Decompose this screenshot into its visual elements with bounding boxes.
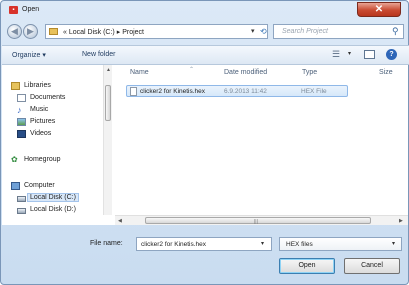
horizontal-scroll-thumb[interactable]: |||	[145, 217, 371, 225]
file-type-select[interactable]: HEX files ▾	[279, 237, 402, 251]
navigation-pane: Libraries Documents ♪ Music Pictures Vid…	[2, 65, 114, 225]
sidebar-item-label: Pictures	[30, 118, 56, 125]
help-icon[interactable]: ?	[386, 49, 397, 60]
file-type-cell: HEX File	[301, 88, 327, 95]
search-placeholder: Search Project	[282, 28, 328, 35]
sidebar-scroll-thumb[interactable]	[105, 85, 111, 121]
window-title: Open	[22, 6, 40, 13]
column-header-type[interactable]: Type	[302, 69, 317, 76]
breadcrumb-overflow[interactable]: «	[63, 29, 67, 36]
open-dialog: ▪ Open ✕ ◀ ▶ « Local Disk (C:) ▸ Project…	[0, 0, 409, 285]
homegroup-icon: ✿	[11, 155, 18, 164]
file-type-dropdown-icon: ▾	[392, 241, 396, 247]
column-header-size[interactable]: Size	[379, 69, 393, 76]
command-toolbar: Organize ▾ New folder ☰ ▾ ?	[2, 45, 409, 65]
horizontal-scrollbar[interactable]: ◀ ||| ▶	[115, 215, 408, 225]
back-button[interactable]: ◀	[7, 24, 22, 39]
file-name-value: clicker2 for Kinetis.hex	[141, 241, 207, 248]
scroll-left-icon[interactable]: ◀	[118, 218, 122, 224]
breadcrumb-item-project[interactable]: Project	[122, 29, 144, 36]
address-dropdown-icon[interactable]: ▾	[251, 27, 255, 35]
sidebar-item-label: Music	[30, 106, 49, 113]
file-name-input[interactable]: clicker2 for Kinetis.hex ▾	[136, 237, 272, 251]
file-icon	[130, 87, 137, 96]
file-date-cell: 6.9.2013 11:42	[224, 88, 267, 95]
view-options-dropdown-icon[interactable]: ▾	[348, 50, 351, 57]
pictures-icon	[17, 118, 26, 126]
cancel-button[interactable]: Cancel	[344, 258, 400, 274]
sidebar-item-label: Homegroup	[24, 156, 61, 163]
title-bar: ▪ Open ✕	[1, 1, 408, 19]
file-row[interactable]: clicker2 for Kinetis.hex 6.9.2013 11:42 …	[126, 85, 348, 97]
file-name-dropdown-icon[interactable]: ▾	[261, 240, 264, 247]
pdf-app-icon: ▪	[9, 6, 18, 14]
sidebar-scrollbar[interactable]: ▲	[103, 65, 112, 215]
content-area: Libraries Documents ♪ Music Pictures Vid…	[2, 65, 408, 225]
disk-icon	[17, 208, 26, 214]
disk-icon	[17, 196, 26, 202]
breadcrumb-item-local-disk[interactable]: Local Disk (C:)	[69, 29, 115, 36]
sidebar-item-label: Local Disk (C:)	[27, 193, 79, 202]
videos-icon	[17, 130, 26, 138]
column-header-date-modified[interactable]: Date modified	[224, 69, 267, 76]
sidebar-item-label: Local Disk (D:)	[30, 206, 76, 213]
new-folder-button[interactable]: New folder	[82, 51, 115, 58]
forward-arrow-icon: ▶	[27, 26, 34, 36]
file-name-cell: clicker2 for Kinetis.hex	[140, 88, 206, 95]
music-icon: ♪	[17, 105, 22, 115]
folder-icon	[49, 28, 58, 35]
documents-icon	[17, 94, 26, 102]
organize-menu-button[interactable]: Organize ▾	[12, 51, 46, 59]
file-name-label: File name:	[90, 240, 123, 247]
navigation-bar: ◀ ▶ « Local Disk (C:) ▸ Project ▾ ⟲ Sear…	[1, 21, 408, 43]
libraries-icon	[11, 82, 20, 90]
back-arrow-icon: ◀	[11, 26, 18, 36]
refresh-icon[interactable]: ⟲	[260, 27, 267, 36]
open-button[interactable]: Open	[279, 258, 335, 274]
file-list: Name ⌃ Date modified Type Size clicker2 …	[115, 65, 408, 225]
sidebar-item-label: Libraries	[24, 82, 51, 89]
sidebar-item-label: Documents	[30, 94, 66, 101]
sidebar-item-label: Videos	[30, 130, 52, 137]
search-input[interactable]: Search Project ⚲	[273, 24, 404, 39]
breadcrumb: « Local Disk (C:) ▸ Project	[63, 28, 144, 36]
address-bar[interactable]: « Local Disk (C:) ▸ Project ▾ ⟲	[45, 24, 268, 39]
column-header-label: Name	[130, 69, 149, 76]
close-button[interactable]: ✕	[357, 2, 401, 17]
preview-pane-icon[interactable]	[364, 50, 375, 59]
search-icon[interactable]: ⚲	[392, 26, 399, 37]
sort-ascending-icon: ⌃	[189, 67, 195, 73]
breadcrumb-separator-icon[interactable]: ▸	[117, 29, 121, 36]
sidebar-item-label: Computer	[24, 182, 55, 189]
computer-icon	[11, 182, 20, 190]
scroll-up-icon[interactable]: ▲	[106, 67, 111, 73]
forward-button[interactable]: ▶	[23, 24, 38, 39]
column-header-name[interactable]: Name ⌃	[130, 67, 194, 76]
file-type-value: HEX files	[286, 241, 313, 248]
change-view-icon[interactable]: ☰	[332, 49, 340, 60]
scroll-right-icon[interactable]: ▶	[399, 218, 403, 224]
dialog-footer: File name: clicker2 for Kinetis.hex ▾ HE…	[2, 225, 408, 285]
